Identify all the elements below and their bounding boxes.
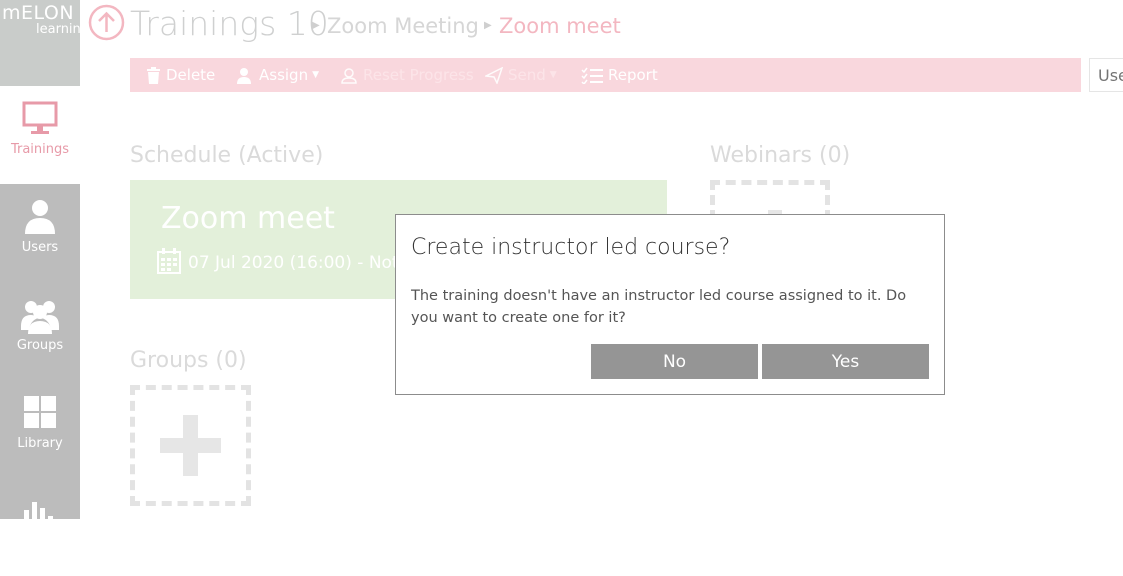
grid-icon bbox=[24, 396, 56, 428]
chevron-down-icon: ▼ bbox=[312, 70, 320, 80]
assign-button[interactable]: Assign ▼ bbox=[236, 58, 319, 92]
send-button[interactable]: Send ▼ bbox=[485, 58, 557, 92]
logo-text: mELON bbox=[2, 2, 75, 24]
breadcrumb-current: Zoom meet bbox=[499, 14, 621, 38]
delete-label: Delete bbox=[166, 66, 216, 84]
search-box bbox=[1089, 58, 1123, 92]
send-label: Send bbox=[508, 66, 546, 84]
reset-progress-label: Reset Progress bbox=[363, 66, 474, 84]
group-icon bbox=[21, 301, 59, 334]
sidebar-item-label: Groups bbox=[16, 338, 64, 353]
yes-button[interactable]: Yes bbox=[762, 344, 929, 379]
trash-icon bbox=[147, 66, 160, 84]
plus-icon bbox=[160, 415, 221, 476]
dialog-message: The training doesn't have an instructor … bbox=[411, 288, 907, 326]
report-label: Report bbox=[608, 66, 658, 84]
calendar-icon bbox=[157, 248, 181, 274]
toolbar: Delete Assign ▼ Reset Progress Send ▼ Re… bbox=[130, 58, 1081, 92]
schedule-title: Schedule (Active) bbox=[130, 143, 324, 168]
add-group-button[interactable] bbox=[130, 385, 251, 506]
groups-title: Groups (0) bbox=[130, 348, 247, 373]
report-button[interactable]: Report bbox=[581, 58, 658, 92]
page-title: Trainings 10 bbox=[130, 4, 329, 43]
bar-chart-icon bbox=[24, 502, 53, 530]
webinars-title: Webinars (0) bbox=[710, 143, 851, 168]
sidebar-item-label: Library bbox=[17, 436, 63, 451]
logo-subtext: learning bbox=[36, 22, 90, 37]
schedule-card-date: 07 Jul 2020 (16:00) - Not s bbox=[188, 253, 413, 273]
sidebar-item-library[interactable]: Library bbox=[0, 380, 80, 478]
user-icon bbox=[25, 200, 55, 234]
breadcrumb-separator-icon: ▶ bbox=[312, 20, 320, 31]
back-up-icon[interactable] bbox=[88, 4, 125, 41]
sidebar: mELON learning Trainings Users Groups Li… bbox=[0, 0, 89, 530]
schedule-card-title: Zoom meet bbox=[161, 201, 335, 236]
reset-icon bbox=[341, 67, 357, 84]
create-course-dialog: Create instructor led course? The traini… bbox=[395, 214, 945, 395]
breadcrumb-zoom-meeting[interactable]: Zoom Meeting bbox=[327, 14, 479, 38]
sidebar-item-groups[interactable]: Groups bbox=[0, 282, 80, 380]
no-button[interactable]: No bbox=[591, 344, 758, 379]
send-icon bbox=[485, 66, 503, 84]
sidebar-item-trainings[interactable]: Trainings bbox=[0, 86, 80, 184]
search-input[interactable] bbox=[1090, 59, 1123, 91]
dialog-title: Create instructor led course? bbox=[411, 235, 731, 260]
sidebar-item-label: Trainings bbox=[10, 142, 70, 157]
assign-user-icon bbox=[237, 67, 251, 84]
assign-label: Assign bbox=[259, 66, 309, 84]
reset-progress-button[interactable]: Reset Progress bbox=[340, 58, 474, 92]
breadcrumb-separator-icon: ▶ bbox=[484, 20, 492, 31]
sidebar-item-users[interactable]: Users bbox=[0, 184, 80, 282]
checklist-icon bbox=[581, 67, 603, 84]
monitor-icon bbox=[22, 101, 58, 134]
sidebar-item-label: Users bbox=[21, 240, 59, 255]
chevron-down-icon: ▼ bbox=[549, 70, 557, 80]
delete-button[interactable]: Delete bbox=[146, 58, 215, 92]
logo[interactable]: mELON learning bbox=[0, 0, 89, 86]
sidebar-item-reports[interactable] bbox=[0, 478, 80, 576]
